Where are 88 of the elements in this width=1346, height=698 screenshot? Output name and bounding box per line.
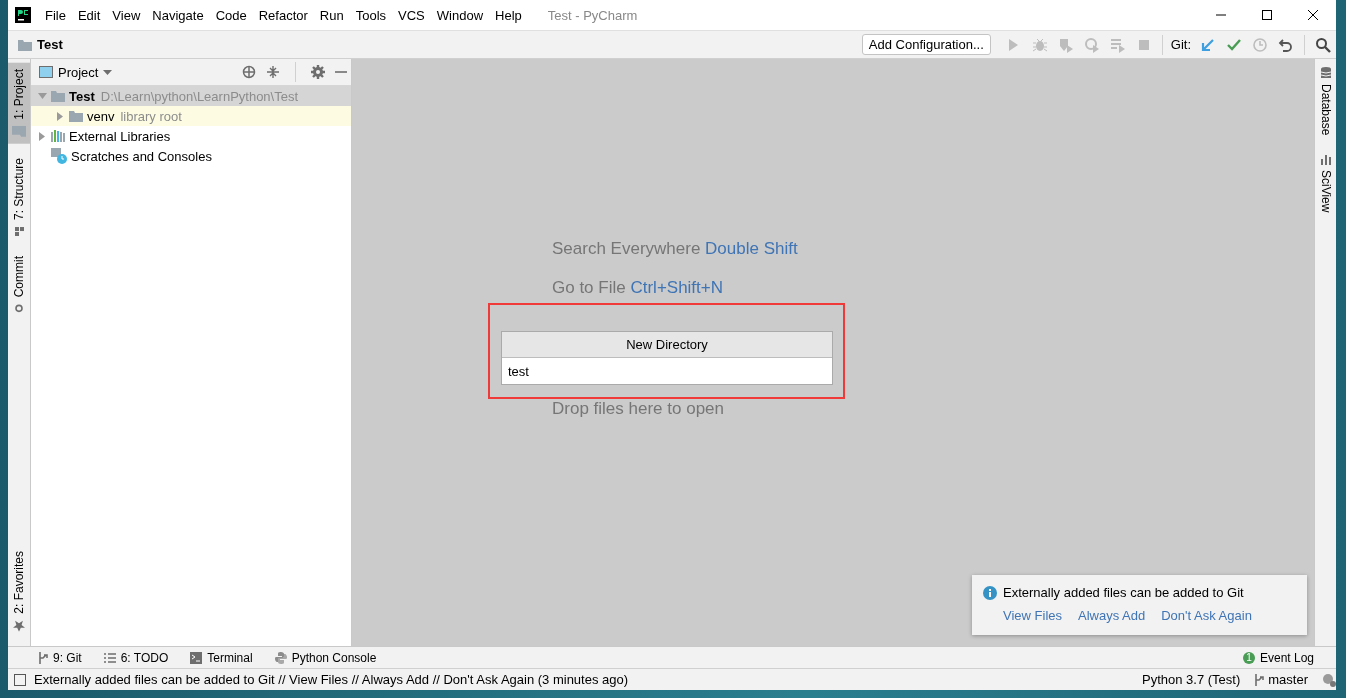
item-hint: library root: [120, 108, 182, 124]
tool-window-tab[interactable]: Terminal: [190, 650, 253, 665]
menu-item[interactable]: Edit: [71, 7, 107, 23]
shortcut-text: Double Shift: [705, 239, 798, 258]
menu-item[interactable]: Run: [313, 7, 350, 23]
folder-icon: [51, 90, 65, 102]
tool-window-tab[interactable]: SciView: [1318, 155, 1333, 213]
commit-icon: [14, 303, 24, 314]
hint-text: Drop files here to open: [552, 399, 724, 418]
notification-link[interactable]: View Files: [1003, 608, 1062, 623]
menu-item[interactable]: Help: [489, 7, 528, 23]
hint-text: Go to File: [552, 278, 626, 297]
tool-window-tab[interactable]: 6: TODO: [103, 650, 169, 665]
menu-item[interactable]: Window: [430, 7, 490, 23]
tool-window-tab[interactable]: 9: Git: [38, 650, 82, 665]
branch-selector[interactable]: master: [1254, 672, 1308, 687]
item-name: Test: [69, 88, 95, 104]
maximize-icon: [1261, 10, 1273, 20]
count-badge: 1: [1242, 651, 1255, 664]
menu-item[interactable]: Code: [209, 7, 253, 23]
terminal-icon: [190, 651, 203, 664]
status-message: Externally added files can be added to Git // View Files // Always Add // Don't Ask Again (3 minutes ago): [34, 672, 630, 687]
folder-icon: [69, 110, 83, 122]
notification-link[interactable]: Always Add: [1078, 608, 1146, 623]
python-icon: [274, 651, 287, 664]
search-icon[interactable]: [1315, 36, 1331, 53]
database-icon: [1320, 67, 1331, 79]
item-path: D:\Learn\python\LearnPython\Test: [100, 88, 299, 104]
menu-item[interactable]: Refactor: [252, 7, 314, 23]
window-title: Test - PyCharm: [547, 7, 639, 23]
undo-icon[interactable]: [1278, 36, 1294, 53]
folder-icon: [12, 125, 26, 138]
item-name: venv: [87, 108, 115, 124]
crosshair-icon[interactable]: [242, 65, 256, 79]
interpreter-selector[interactable]: Python 3.7 (Test): [1142, 672, 1241, 687]
menu-item[interactable]: VCS: [392, 7, 431, 23]
shortcut-text: Ctrl+Shift+N: [630, 278, 724, 297]
item-name: External Libraries: [69, 128, 171, 144]
menu-item[interactable]: Tools: [349, 7, 393, 23]
tool-window-tab[interactable]: Commit: [8, 249, 30, 320]
tool-window-tab[interactable]: Database: [1318, 67, 1333, 136]
item-name: Scratches and Consoles: [71, 148, 212, 164]
hint-text: Search Everywhere: [552, 239, 701, 258]
tree-row[interactable]: venv library root: [31, 106, 351, 126]
star-icon: [13, 620, 25, 632]
collapsed-arrow-icon: [39, 131, 45, 141]
collapse-icon[interactable]: [266, 65, 280, 79]
branch-icon: [38, 651, 48, 664]
configuration-button[interactable]: Add Configuration...: [861, 34, 991, 55]
tree-row[interactable]: Scratches and Consoles: [31, 146, 351, 166]
bug-icon[interactable]: [1031, 36, 1048, 53]
list-icon: [103, 652, 116, 663]
git-label: Git:: [1170, 37, 1191, 52]
close-icon: [1307, 10, 1319, 20]
tool-window-tab[interactable]: 2: Favorites: [8, 545, 30, 638]
settings-icon[interactable]: [311, 65, 325, 79]
tree-row[interactable]: Test D:\Learn\python\LearnPython\Test: [31, 86, 351, 106]
app-logo-icon: [15, 7, 31, 23]
update-arrow-icon[interactable]: [1200, 36, 1216, 53]
breadcrumb[interactable]: Test: [37, 37, 63, 52]
lines-run-icon[interactable]: [1109, 36, 1126, 53]
notification-link[interactable]: Don't Ask Again: [1161, 608, 1252, 623]
tool-window-tab[interactable]: 1: Project: [8, 63, 30, 144]
window-icon: [39, 66, 53, 78]
libraries-icon: [51, 130, 65, 142]
branch-icon: [1254, 673, 1265, 686]
tool-window-tab[interactable]: 7: Structure: [8, 151, 30, 242]
menu-item[interactable]: Navigate: [146, 7, 210, 23]
gauge-run-icon[interactable]: [1083, 36, 1100, 53]
square-icon[interactable]: [14, 673, 26, 686]
event-log-tab[interactable]: 1 Event Log: [1242, 650, 1314, 665]
folder-icon: [18, 38, 32, 51]
tree-row[interactable]: External Libraries: [31, 126, 351, 146]
menu-item[interactable]: File: [39, 7, 72, 23]
dialog-title: New Directory: [502, 332, 832, 358]
collapsed-arrow-icon: [57, 111, 63, 121]
inspector-icon: [1322, 672, 1336, 687]
scratches-icon: [51, 148, 67, 164]
expanded-arrow-icon: [37, 93, 47, 99]
shield-run-icon[interactable]: [1057, 36, 1074, 53]
info-icon: [983, 585, 997, 600]
notification-message: Externally added files can be added to Git: [1003, 585, 1244, 600]
menu-item[interactable]: View: [106, 7, 147, 23]
structure-icon: [14, 225, 24, 236]
chart-icon: [1320, 155, 1331, 166]
history-icon[interactable]: [1252, 36, 1268, 53]
caret-icon: [103, 69, 113, 75]
tool-window-tab[interactable]: Python Console: [274, 650, 377, 665]
